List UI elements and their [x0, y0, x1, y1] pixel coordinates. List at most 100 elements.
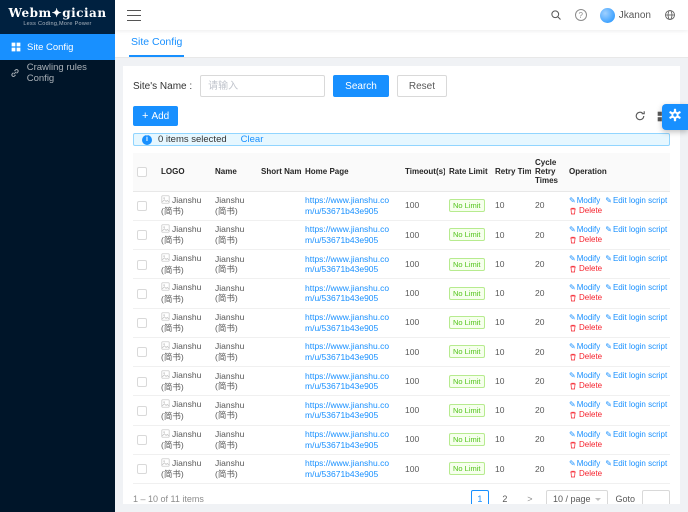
modify-link[interactable]: ✎ Modify — [569, 225, 600, 235]
home-page-link[interactable]: https://www.jianshu.com/u/53671b43e905 — [305, 371, 389, 392]
table-row: Jianshu (简书) Jianshu (简书) https://www.ji… — [133, 191, 670, 221]
pencil-icon: ✎ — [605, 429, 612, 439]
home-page-link[interactable]: https://www.jianshu.com/u/53671b43e905 — [305, 312, 389, 333]
home-page-link[interactable]: https://www.jianshu.com/u/53671b43e905 — [305, 254, 389, 275]
operation-cell: ✎ Modify ✎ Edit login script Delete — [565, 337, 670, 368]
broken-image-icon — [161, 282, 170, 294]
delete-link[interactable]: Delete — [569, 293, 602, 303]
operation-cell: ✎ Modify ✎ Edit login script Delete — [565, 308, 670, 338]
language-globe-icon[interactable] — [664, 9, 676, 21]
delete-link[interactable]: Delete — [569, 352, 602, 362]
trash-icon — [569, 294, 577, 302]
modify-link[interactable]: ✎ Modify — [569, 254, 600, 264]
sidebar-item-site-config[interactable]: Site Config — [0, 34, 115, 60]
home-page-cell: https://www.jianshu.com/u/53671b43e905 — [301, 425, 401, 455]
edit-login-script-link[interactable]: ✎ Edit login script — [605, 400, 667, 410]
home-page-link[interactable]: https://www.jianshu.com/u/53671b43e905 — [305, 400, 389, 421]
goto-label: Goto — [615, 494, 635, 504]
modify-link[interactable]: ✎ Modify — [569, 283, 600, 293]
delete-link[interactable]: Delete — [569, 440, 602, 450]
add-button[interactable]: + Add — [133, 106, 179, 126]
reset-button[interactable]: Reset — [396, 75, 447, 97]
modify-link[interactable]: ✎ Modify — [569, 196, 600, 206]
delete-link[interactable]: Delete — [569, 264, 602, 274]
edit-login-script-link[interactable]: ✎ Edit login script — [605, 254, 667, 264]
row-checkbox[interactable] — [137, 347, 147, 358]
brand-logo: Webm✦gician Less Coding,More Power — [0, 0, 115, 34]
edit-login-script-link[interactable]: ✎ Edit login script — [605, 313, 667, 323]
menu-collapse-icon[interactable] — [127, 9, 141, 21]
modify-link[interactable]: ✎ Modify — [569, 313, 600, 323]
refresh-icon[interactable] — [634, 110, 646, 122]
rate-limit-tag: No Limit — [449, 403, 485, 417]
rate-limit-cell: No Limit — [445, 278, 491, 309]
site-name-input[interactable] — [200, 75, 326, 97]
goto-input[interactable] — [642, 490, 670, 504]
short-name-cell — [257, 395, 301, 426]
rate-limit-tag: No Limit — [449, 228, 485, 242]
logo-cell: Jianshu (简书) — [157, 220, 211, 251]
clear-selection-link[interactable]: Clear — [241, 134, 264, 145]
row-checkbox[interactable] — [137, 318, 147, 329]
trash-icon — [569, 265, 577, 273]
tab-site-config[interactable]: Site Config — [129, 36, 185, 57]
next-page-button[interactable]: > — [520, 490, 539, 504]
modify-link[interactable]: ✎ Modify — [569, 459, 600, 469]
help-icon[interactable]: ? — [574, 9, 587, 21]
edit-login-script-link[interactable]: ✎ Edit login script — [605, 283, 667, 293]
select-all-checkbox[interactable] — [137, 166, 147, 177]
row-checkbox[interactable] — [137, 376, 147, 387]
modify-link[interactable]: ✎ Modify — [569, 430, 600, 440]
home-page-link[interactable]: https://www.jianshu.com/u/53671b43e905 — [305, 458, 389, 479]
tab-bar: Site Config — [115, 30, 688, 58]
broken-image-icon — [161, 341, 170, 353]
delete-link[interactable]: Delete — [569, 206, 602, 216]
row-checkbox[interactable] — [137, 464, 147, 475]
page-1-button[interactable]: 1 — [470, 490, 489, 504]
retry-times-cell: 10 — [491, 191, 531, 221]
edit-login-script-link[interactable]: ✎ Edit login script — [605, 196, 667, 206]
delete-link[interactable]: Delete — [569, 469, 602, 479]
pencil-icon: ✎ — [605, 254, 612, 264]
modify-link[interactable]: ✎ Modify — [569, 342, 600, 352]
home-page-link[interactable]: https://www.jianshu.com/u/53671b43e905 — [305, 195, 389, 216]
delete-link[interactable]: Delete — [569, 381, 602, 391]
edit-login-script-link[interactable]: ✎ Edit login script — [605, 459, 667, 469]
row-checkbox[interactable] — [137, 230, 147, 241]
user-menu[interactable]: Jkanon — [599, 7, 651, 23]
short-name-cell — [257, 249, 301, 280]
row-checkbox[interactable] — [137, 288, 147, 299]
pagination: 1 – 10 of 11 items 1 2 > 10 / page Goto — [133, 490, 670, 504]
delete-link[interactable]: Delete — [569, 323, 602, 333]
settings-fab[interactable] — [662, 104, 688, 130]
home-page-link[interactable]: https://www.jianshu.com/u/53671b43e905 — [305, 429, 389, 450]
row-checkbox[interactable] — [137, 201, 147, 212]
row-checkbox[interactable] — [137, 435, 147, 446]
home-page-link[interactable]: https://www.jianshu.com/u/53671b43e905 — [305, 341, 389, 362]
page-2-button[interactable]: 2 — [495, 490, 514, 504]
edit-login-script-link[interactable]: ✎ Edit login script — [605, 371, 667, 381]
search-button[interactable]: Search — [333, 75, 389, 97]
edit-login-script-link[interactable]: ✎ Edit login script — [605, 430, 667, 440]
trash-icon — [569, 353, 577, 361]
pencil-icon: ✎ — [569, 371, 576, 381]
page-size-select[interactable]: 10 / page — [545, 490, 609, 504]
column-header-cycle-retry-times: Cycle Retry Times — [531, 153, 565, 192]
retry-times-cell: 10 — [491, 454, 531, 485]
main-area: ? Jkanon Site Config Site's Name : Searc… — [115, 0, 688, 512]
modify-link[interactable]: ✎ Modify — [569, 371, 600, 381]
modify-link[interactable]: ✎ Modify — [569, 400, 600, 410]
row-checkbox[interactable] — [137, 259, 147, 270]
search-icon[interactable] — [550, 9, 562, 21]
column-header-rate-limit: Rate Limit — [445, 153, 491, 192]
edit-login-script-link[interactable]: ✎ Edit login script — [605, 342, 667, 352]
home-page-link[interactable]: https://www.jianshu.com/u/53671b43e905 — [305, 283, 389, 304]
delete-link[interactable]: Delete — [569, 235, 602, 245]
broken-image-icon — [161, 253, 170, 265]
edit-login-script-link[interactable]: ✎ Edit login script — [605, 225, 667, 235]
home-page-link[interactable]: https://www.jianshu.com/u/53671b43e905 — [305, 224, 389, 245]
delete-link[interactable]: Delete — [569, 410, 602, 420]
sidebar-item-crawling-rules-config[interactable]: Crawling rules Config — [0, 60, 115, 86]
home-page-cell: https://www.jianshu.com/u/53671b43e905 — [301, 454, 401, 485]
row-checkbox[interactable] — [137, 405, 147, 416]
